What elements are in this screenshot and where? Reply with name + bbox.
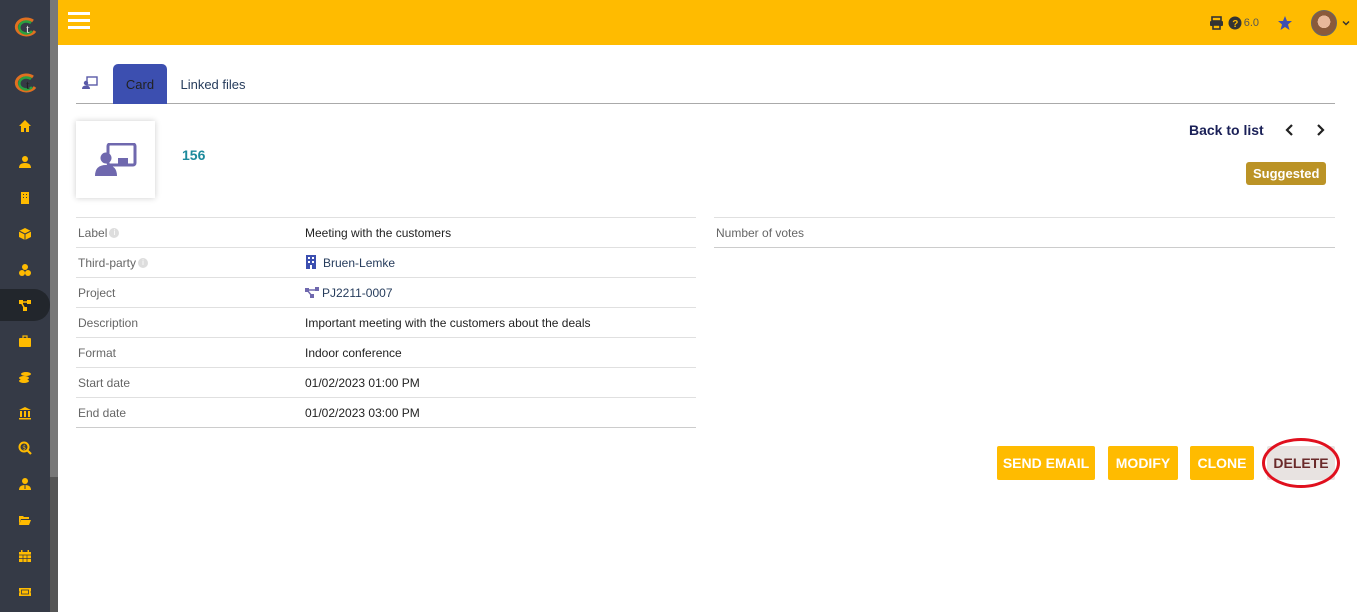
sidebar-item-accounting[interactable]: $ <box>0 432 50 464</box>
field-row-project: Project PJ2211-0007 <box>76 277 696 308</box>
field-row-start-date: Start date 01/02/2023 01:00 PM <box>76 367 696 398</box>
third-party-link[interactable]: Bruen-Lemke <box>323 256 395 270</box>
svg-text:?: ? <box>1232 19 1238 30</box>
extra-field-table: Number of votes <box>714 217 1335 248</box>
folder-open-icon <box>19 516 31 525</box>
field-value: Meeting with the customers <box>303 217 696 248</box>
sidebar-item-products[interactable] <box>0 218 50 250</box>
field-row-end-date: End date 01/02/2023 03:00 PM <box>76 397 696 428</box>
bank-icon <box>19 407 31 420</box>
project-tree-icon <box>305 286 319 298</box>
back-to-list-link[interactable]: Back to list <box>1189 122 1264 138</box>
field-value: Important meeting with the customers abo… <box>303 307 696 338</box>
field-label: Format <box>76 337 303 368</box>
top-bar: ? 6.0 <box>58 0 1357 45</box>
sidebar-item-thirdparties[interactable] <box>0 146 50 178</box>
coins-icon <box>19 372 31 383</box>
tab-card[interactable]: Card <box>113 64 167 104</box>
menu-icon[interactable] <box>68 12 90 30</box>
field-label: Project <box>76 277 303 308</box>
sidebar-scrollbar-thumb[interactable] <box>50 0 58 477</box>
field-value: 01/02/2023 01:00 PM <box>303 367 696 398</box>
sidebar-item-users[interactable] <box>0 468 50 500</box>
clone-button[interactable]: CLONE <box>1190 446 1254 480</box>
project-tree-icon <box>19 300 31 311</box>
help-icon[interactable]: ? <box>1228 16 1242 30</box>
field-value: Indoor conference <box>303 337 696 368</box>
sidebar-item-tickets[interactable] <box>0 576 50 608</box>
company-logo[interactable]: t <box>11 72 39 94</box>
user-tie-icon <box>19 478 31 490</box>
send-email-button[interactable]: SEND EMAIL <box>997 446 1095 480</box>
box-icon <box>18 228 32 240</box>
sidebar-item-documents[interactable] <box>0 504 50 536</box>
delete-button[interactable]: DELETE <box>1267 446 1335 480</box>
sidebar-item-bank[interactable] <box>0 397 50 429</box>
briefcase-icon <box>19 335 31 347</box>
cubes-icon <box>19 264 31 276</box>
record-ref: 156 <box>182 147 206 163</box>
sidebar-item-companies[interactable] <box>0 182 50 214</box>
svg-text:t: t <box>26 77 30 92</box>
svg-text:t: t <box>26 21 30 36</box>
sidebar: t t $ <box>0 0 50 612</box>
search-dollar-icon: $ <box>18 441 32 455</box>
field-label: Start date <box>76 367 303 398</box>
user-icon <box>19 156 31 168</box>
home-icon <box>19 120 31 132</box>
modify-button[interactable]: MODIFY <box>1108 446 1178 480</box>
info-icon[interactable]: i <box>138 258 149 269</box>
sidebar-item-agenda[interactable] <box>0 540 50 572</box>
sidebar-item-projects[interactable] <box>0 289 50 321</box>
event-icon <box>82 76 98 89</box>
field-label: Third-party <box>78 255 137 270</box>
field-row-format: Format Indoor conference <box>76 337 696 368</box>
field-table: Label i Meeting with the customers Third-… <box>76 217 696 428</box>
field-row-label: Label i Meeting with the customers <box>76 217 696 248</box>
building-icon <box>21 192 29 204</box>
field-row-number-of-votes: Number of votes <box>714 217 1335 248</box>
field-label: Label <box>78 225 108 240</box>
version-label: 6.0 <box>1243 16 1259 29</box>
sidebar-item-hr[interactable] <box>0 325 50 357</box>
sidebar-item-billing[interactable] <box>0 361 50 393</box>
field-row-third-party: Third-party i Bruen-Lemke <box>76 247 696 278</box>
field-row-description: Description Important meeting with the c… <box>76 307 696 338</box>
svg-text:$: $ <box>22 444 26 451</box>
sidebar-item-mrp[interactable] <box>0 254 50 286</box>
building-icon <box>306 255 316 269</box>
field-label: Number of votes <box>714 217 1335 248</box>
sidebar-scrollbar[interactable] <box>50 0 58 612</box>
project-link[interactable]: PJ2211-0007 <box>322 286 393 300</box>
tab-bar: Card Linked files <box>76 64 1335 104</box>
field-label: Description <box>76 307 303 338</box>
info-icon[interactable]: i <box>109 228 120 239</box>
tab-linked-files[interactable]: Linked files <box>176 64 250 104</box>
calendar-icon <box>19 550 31 562</box>
sidebar-item-home[interactable] <box>0 110 50 142</box>
previous-record-icon[interactable] <box>1285 123 1295 137</box>
field-label: End date <box>76 397 303 428</box>
main-content: Card Linked files 156 Back to list Sugge… <box>58 45 1357 612</box>
status-badge: Suggested <box>1246 162 1327 185</box>
record-photo <box>76 121 155 198</box>
field-value: 01/02/2023 03:00 PM <box>303 397 696 428</box>
avatar[interactable] <box>1311 9 1337 36</box>
ticket-icon <box>19 588 31 596</box>
chevron-down-icon[interactable] <box>1341 18 1351 28</box>
print-icon[interactable] <box>1209 15 1224 30</box>
app-logo[interactable]: t <box>11 16 39 38</box>
star-icon[interactable] <box>1277 15 1293 31</box>
event-presentation-icon <box>94 142 136 176</box>
next-record-icon[interactable] <box>1315 123 1325 137</box>
